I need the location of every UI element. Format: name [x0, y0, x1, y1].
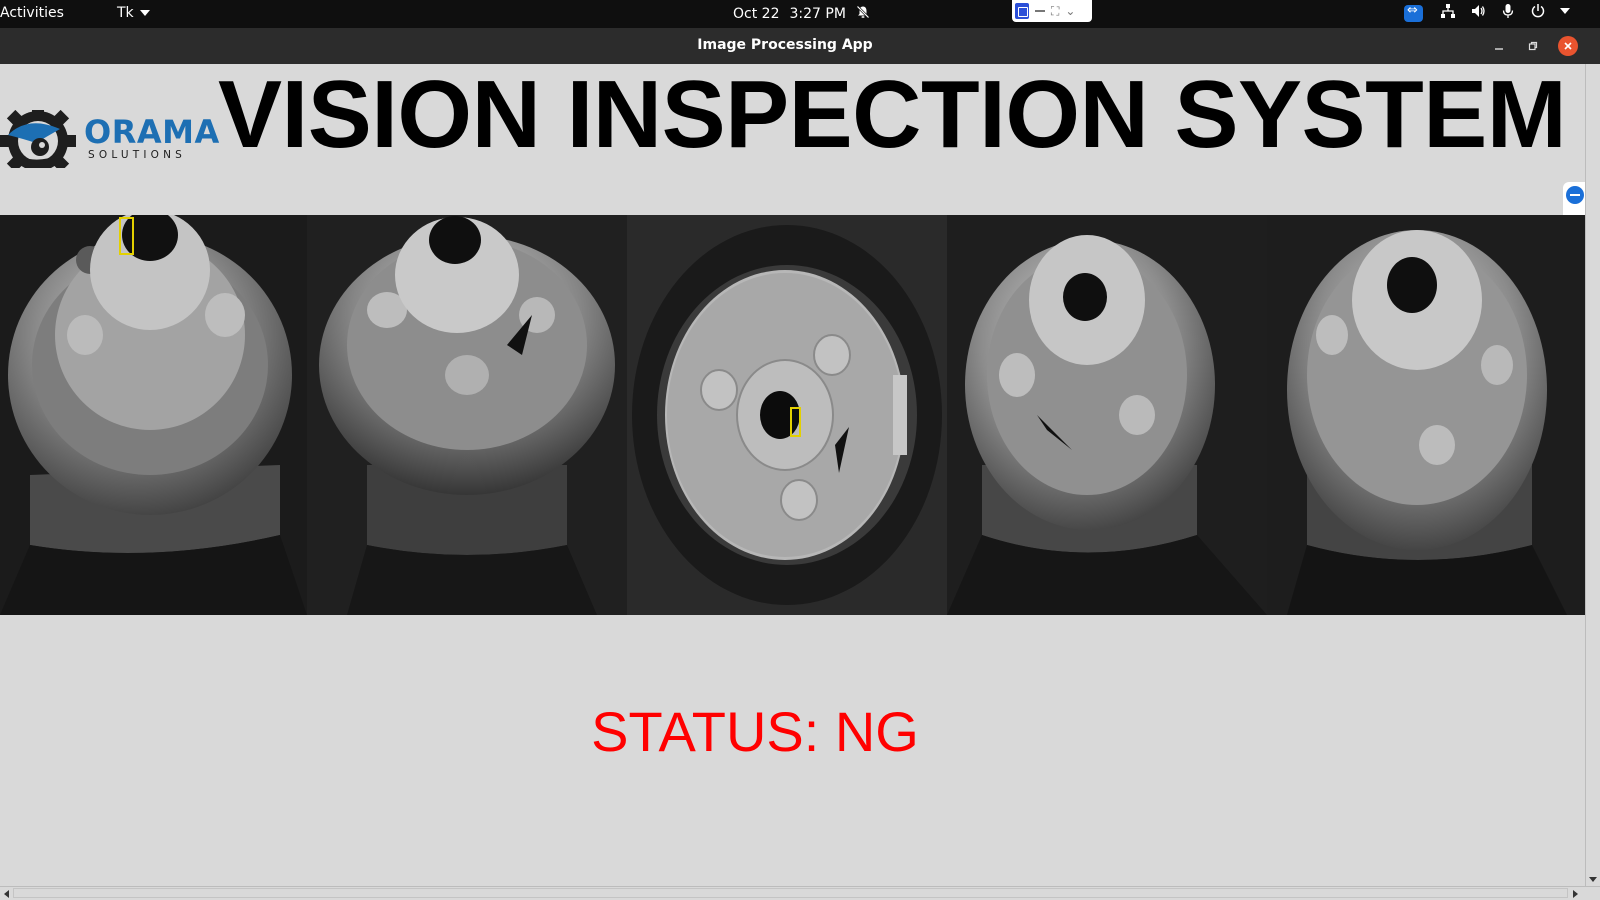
- camera-view-2: [307, 215, 627, 615]
- microphone-icon: [1500, 3, 1516, 19]
- vertical-scrollbar[interactable]: [1585, 64, 1600, 887]
- defect-marker: [790, 407, 801, 437]
- clock-button[interactable]: Oct 22 3:27 PM: [733, 5, 870, 23]
- camera-view-5: [1267, 215, 1585, 615]
- minimize-session-icon[interactable]: [1035, 10, 1045, 12]
- app-menu-label: Tk: [117, 5, 134, 21]
- minimize-button[interactable]: [1489, 36, 1509, 56]
- camera-image-strip: [0, 215, 1585, 615]
- chevron-down-icon: [139, 10, 150, 16]
- scroll-right-icon[interactable]: [1573, 890, 1578, 898]
- remote-session-icon: [1015, 3, 1029, 19]
- activities-button[interactable]: Activities: [0, 5, 64, 21]
- part-image-2: [307, 215, 627, 615]
- camera-view-4: [947, 215, 1267, 615]
- chevron-down-icon: [1560, 8, 1570, 14]
- volume-icon: [1470, 3, 1486, 19]
- system-tray[interactable]: [1440, 3, 1570, 19]
- part-image-3: [627, 215, 947, 615]
- camera-view-1: [0, 215, 307, 615]
- scroll-track[interactable]: [13, 888, 1568, 898]
- date-label: Oct 22: [733, 6, 780, 22]
- part-image-4: [947, 215, 1267, 615]
- power-icon: [1530, 3, 1546, 19]
- teamviewer-icon: [1566, 186, 1584, 204]
- bell-muted-icon: [856, 5, 870, 23]
- logo-subtitle: SOLUTIONS: [88, 149, 187, 161]
- camera-view-3: [627, 215, 947, 615]
- horizontal-scrollbar[interactable]: [0, 886, 1600, 900]
- window-title: Image Processing App: [697, 37, 873, 53]
- remote-session-widget[interactable]: ⛶ ⌄: [1012, 0, 1092, 22]
- teamviewer-icon[interactable]: [1404, 3, 1423, 22]
- gear-logo-icon: [0, 110, 76, 168]
- part-image-5: [1267, 215, 1585, 615]
- fullscreen-exit-icon[interactable]: ⛶: [1051, 4, 1059, 19]
- page-title: VISION INSPECTION SYSTEM: [218, 64, 1567, 168]
- defect-marker: [119, 217, 134, 255]
- orama-logo: ORAMA SOLUTIONS: [0, 110, 219, 168]
- restore-button[interactable]: [1523, 36, 1543, 56]
- part-image-1: [0, 215, 307, 615]
- close-button[interactable]: [1558, 36, 1578, 56]
- system-top-bar: Activities Tk Oct 22 3:27 PM ⛶ ⌄: [0, 0, 1600, 28]
- window-title-bar[interactable]: Image Processing App: [0, 28, 1600, 64]
- scroll-left-icon[interactable]: [4, 890, 9, 898]
- inspection-status: STATUS: NG: [591, 700, 919, 763]
- time-label: 3:27 PM: [789, 6, 846, 22]
- chevron-down-icon[interactable]: ⌄: [1065, 4, 1075, 18]
- network-icon: [1440, 3, 1456, 19]
- scroll-down-icon[interactable]: [1589, 877, 1597, 882]
- logo-wordmark: ORAMA: [84, 113, 220, 151]
- app-menu-button[interactable]: Tk: [117, 5, 150, 21]
- app-canvas: ORAMA SOLUTIONS VISION INSPECTION SYSTEM: [0, 64, 1585, 887]
